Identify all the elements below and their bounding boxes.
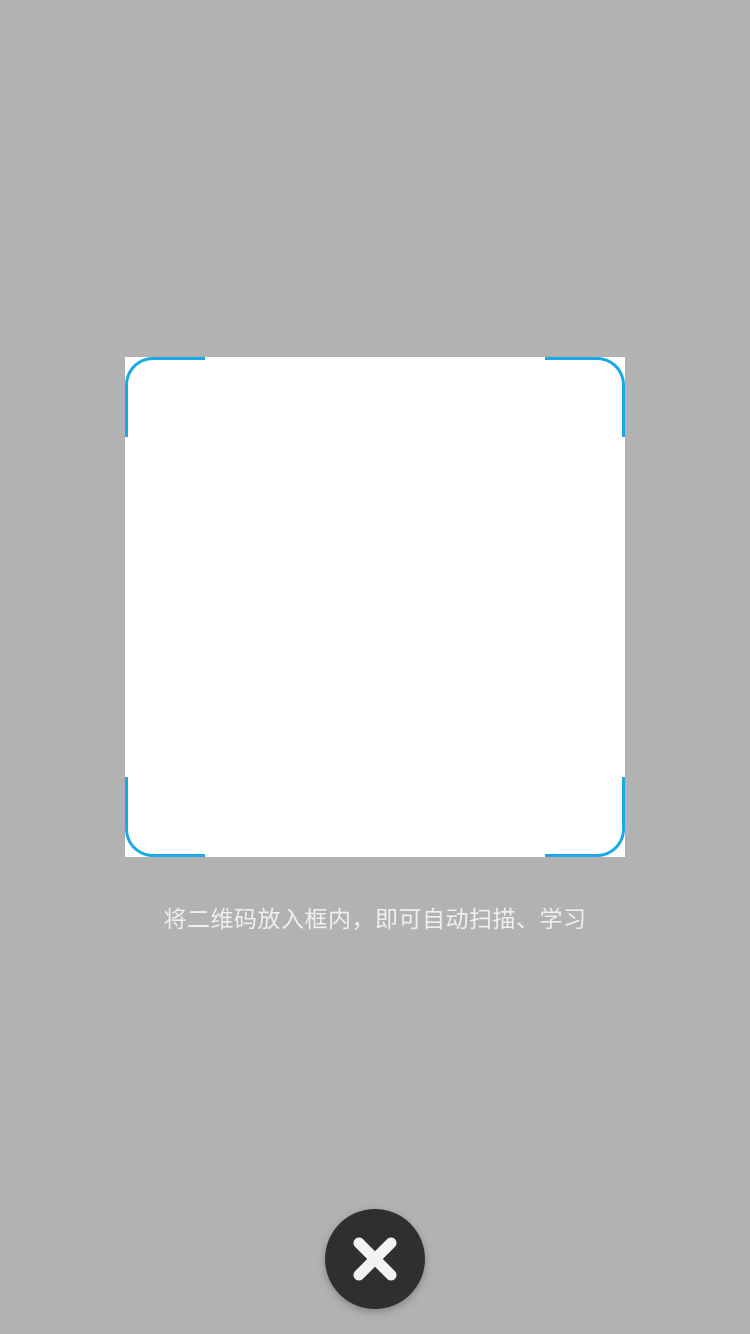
qr-scan-frame xyxy=(125,357,625,857)
scan-frame-corner-top-left xyxy=(125,357,205,437)
close-button[interactable] xyxy=(325,1209,425,1309)
scan-frame-corner-top-right xyxy=(545,357,625,437)
scan-frame-corner-bottom-right xyxy=(545,777,625,857)
scan-frame-corner-bottom-left xyxy=(125,777,205,857)
close-icon xyxy=(350,1234,400,1284)
scan-hint-text: 将二维码放入框内，即可自动扫描、学习 xyxy=(163,907,587,933)
